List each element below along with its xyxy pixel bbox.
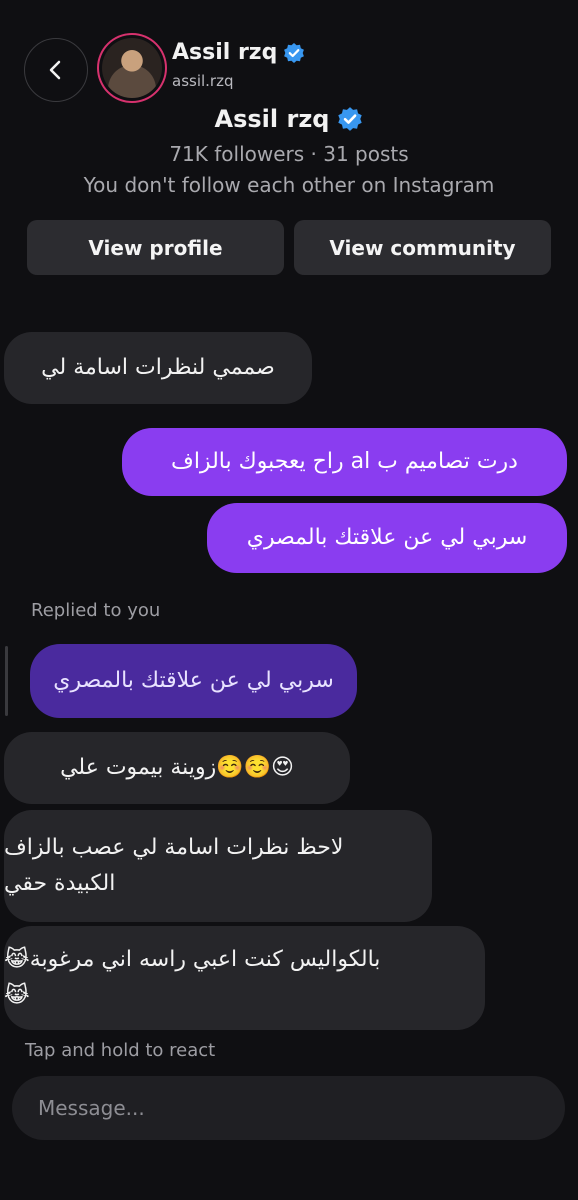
reply-quote[interactable]: سربي لي عن علاقتك بالمصري — [30, 644, 357, 718]
reply-indicator-bar — [5, 646, 8, 716]
follow-status: You don't follow each other on Instagram — [83, 173, 495, 197]
outgoing-message[interactable]: درت تصاميم ب al راح يعجبوك بالزاف — [122, 428, 567, 496]
chevron-left-icon — [49, 60, 61, 80]
header-name-row[interactable]: Assil rzq — [172, 40, 305, 65]
message-line: 😹 — [4, 983, 30, 1008]
header-name: Assil rzq — [172, 40, 278, 65]
incoming-message[interactable]: بالكواليس كنت اعبي راسه اني مرغوبة😹 😹 — [4, 926, 485, 1030]
message-text: 😍☺️☺️زوينة بيموت علي — [60, 755, 294, 780]
incoming-message[interactable]: صممي لنظرات اسامة لي — [4, 332, 312, 404]
back-button[interactable] — [24, 38, 88, 102]
message-input[interactable]: Message... — [12, 1076, 565, 1140]
message-line: بالكواليس كنت اعبي راسه اني مرغوبة😹 — [4, 947, 381, 972]
incoming-message[interactable]: لاحظ نظرات اسامة لي عصب بالزاف الكبيدة ح… — [4, 810, 432, 922]
view-community-button[interactable]: View community — [294, 220, 551, 275]
profile-name-row: Assil rzq — [0, 105, 578, 133]
header-username: assil.rzq — [172, 72, 234, 90]
message-line: لاحظ نظرات اسامة لي عصب بالزاف — [4, 835, 344, 860]
chat-header: Assil rzq assil.rzq — [0, 28, 578, 108]
replied-label: Replied to you — [31, 600, 161, 621]
profile-name: Assil rzq — [214, 105, 330, 133]
profile-stats: 71K followers · 31 posts — [169, 142, 409, 166]
verified-badge-icon — [284, 42, 305, 63]
verified-badge-icon — [338, 107, 363, 131]
outgoing-message[interactable]: سربي لي عن علاقتك بالمصري — [207, 503, 567, 573]
incoming-message[interactable]: 😍☺️☺️زوينة بيموت علي — [4, 732, 350, 804]
view-profile-button[interactable]: View profile — [27, 220, 284, 275]
message-placeholder: Message... — [38, 1096, 145, 1120]
avatar[interactable] — [102, 38, 162, 98]
message-line: الكبيدة حقي — [4, 871, 116, 896]
react-hint: Tap and hold to react — [25, 1040, 216, 1061]
